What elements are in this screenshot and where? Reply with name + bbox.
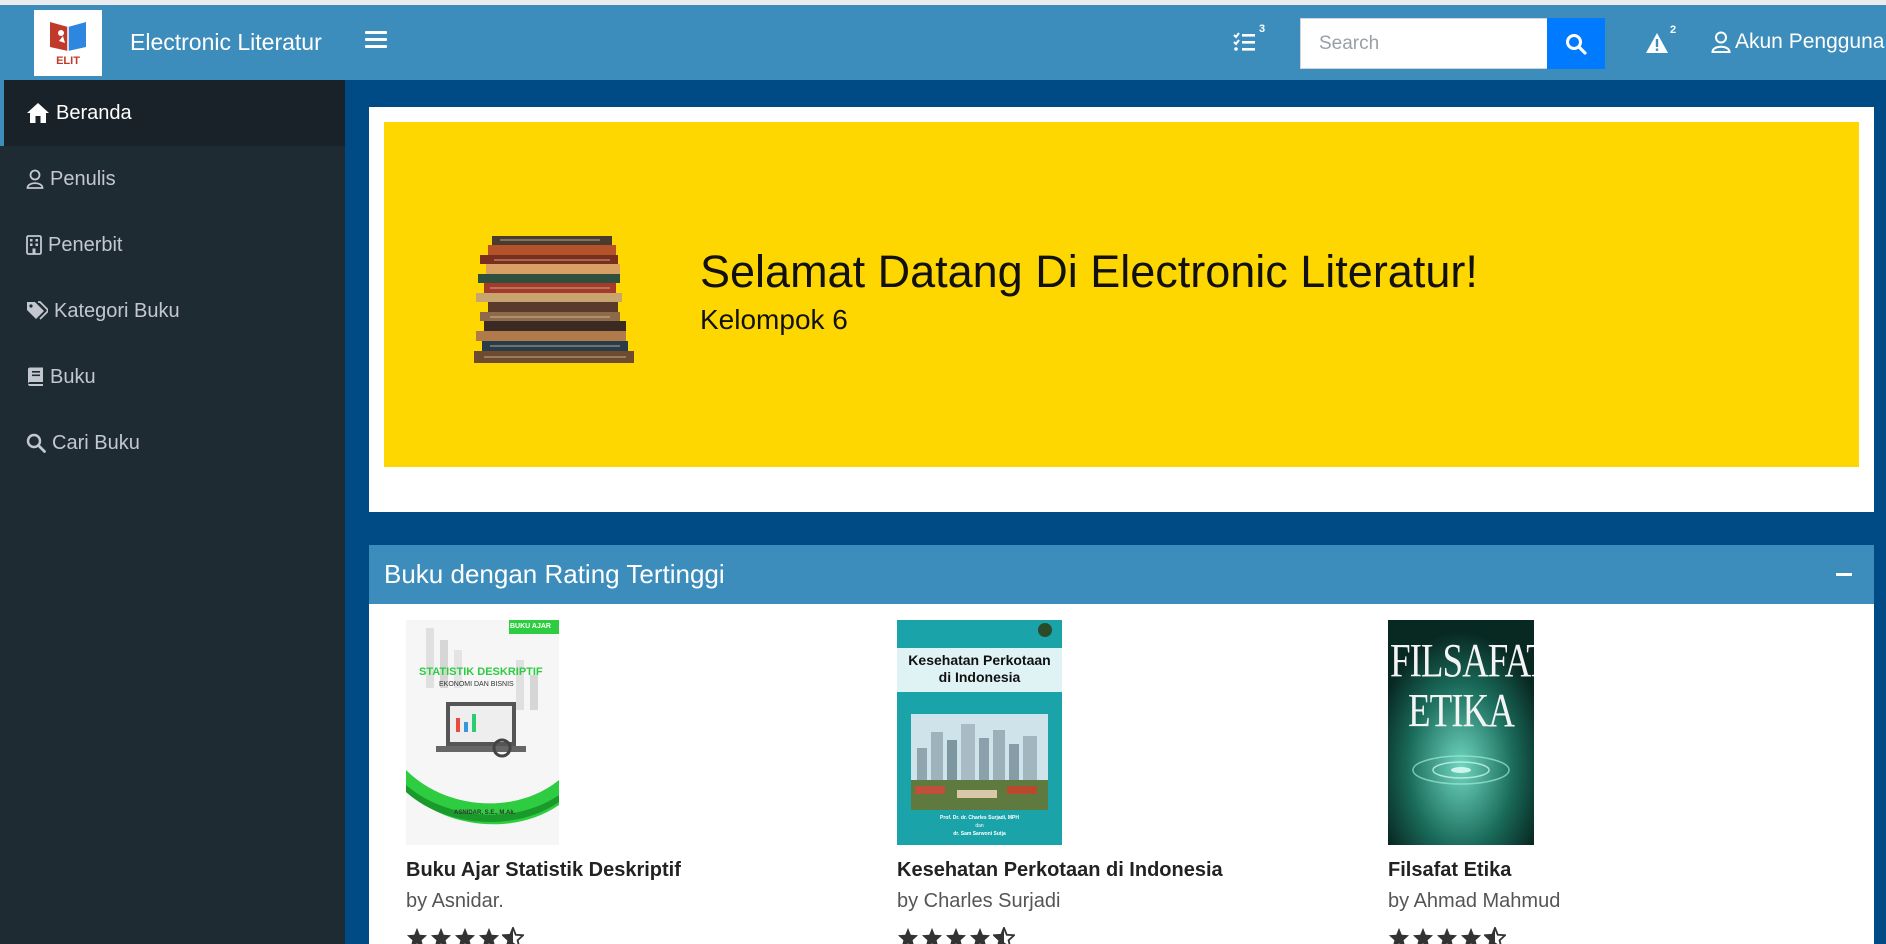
book-card[interactable]: FILSAFAT ETIKA Filsafat Etika by Ahmad M… [1388,620,1560,944]
hamburger-icon[interactable] [365,31,387,53]
cover-title-line2: di Indonesia [938,669,1021,685]
cover-tag: BUKU AJAR [510,623,551,630]
sidebar-item-label: Penulis [50,167,116,190]
top-rated-books-card: Buku dengan Rating Tertinggi BUKU AJAR S… [369,545,1874,944]
sidebar-item-label: Cari Buku [52,431,140,454]
sidebar-item-penulis[interactable]: Penulis [0,146,345,212]
cover-subtitle: EKONOMI DAN BISNIS [439,681,514,688]
sidebar: Beranda Penulis Penerbit Kategori Buku B… [0,80,345,944]
account-label: Akun Pengguna [1735,30,1885,53]
book-title[interactable]: Filsafat Etika [1388,859,1560,882]
book-card[interactable]: Kesehatan Perkotaan di Indonesia Prof. D… [897,620,1223,944]
alerts-badge: 2 [1670,24,1677,36]
collapse-minus-icon[interactable] [1836,573,1852,576]
sidebar-item-buku[interactable]: Buku [0,344,345,410]
brand-logo-text: ELIT [56,54,80,67]
star-icon [945,927,967,944]
top-navbar: 3 2 Akun Pengguna [345,5,1886,80]
sidebar-item-beranda[interactable]: Beranda [0,80,345,146]
sidebar-item-kategori-buku[interactable]: Kategori Buku [0,278,345,344]
tasks-badge: 3 [1259,23,1266,35]
user-icon [1711,31,1731,53]
sidebar-item-penerbit[interactable]: Penerbit [0,212,345,278]
welcome-subtitle: Kelompok 6 [700,304,848,335]
cover-author: ASNIDAR, S.E., M.Ak. [454,810,516,816]
search-icon [1566,33,1587,55]
star-icon [1412,927,1434,944]
search-button[interactable] [1547,18,1605,69]
book-stack-illustration [474,236,634,363]
welcome-banner: Selamat Datang Di Electronic Literatur! … [384,122,1859,467]
book-author: by Asnidar. [406,890,504,912]
rating-stars [406,927,681,944]
welcome-card: Selamat Datang Di Electronic Literatur! … [369,107,1874,512]
star-icon [454,927,476,944]
search-input[interactable] [1300,18,1547,69]
book-cover-image[interactable]: Kesehatan Perkotaan di Indonesia Prof. D… [897,620,1062,845]
book-title[interactable]: Buku Ajar Statistik Deskriptif [406,859,681,882]
user-icon [26,169,44,189]
star-icon [430,927,452,944]
star-icon [969,927,991,944]
star-icon [1388,927,1410,944]
book-cover-image[interactable]: BUKU AJAR STATISTIK DESKRIPTIF EKONOMI D… [406,620,559,845]
brand-logo: ELIT [34,9,102,76]
search-icon [26,433,46,453]
tasks-button[interactable]: 3 [1233,23,1265,57]
rating-stars [1388,927,1560,944]
star-icon [478,927,500,944]
star-half-icon [502,927,524,944]
cover-author-line1: Prof. Dr. dr. Charles Surjadi, MPH [940,815,1019,821]
alerts-button[interactable]: 2 [1645,24,1676,56]
welcome-title: Selamat Datang Di Electronic Literatur! [700,246,1478,297]
cover-author-line3: dr. Sam Sarwoni Sutja [953,831,1006,837]
cover-title: STATISTIK DESKRIPTIF [419,666,543,678]
rating-stars [897,927,1223,944]
star-icon [921,927,943,944]
sidebar-item-label: Penerbit [48,233,123,256]
book-title[interactable]: Kesehatan Perkotaan di Indonesia [897,859,1223,882]
home-icon [27,103,49,123]
book-author: by Ahmad Mahmud [1388,890,1561,912]
tags-icon [27,301,48,320]
star-icon [406,927,428,944]
top-rated-title: Buku dengan Rating Tertinggi [384,559,725,589]
cover-title-line1: Kesehatan Perkotaan [908,652,1051,668]
book-icon [28,367,43,386]
star-half-icon [1484,927,1506,944]
user-account-menu[interactable]: Akun Pengguna [1711,30,1884,54]
book-card[interactable]: BUKU AJAR STATISTIK DESKRIPTIF EKONOMI D… [406,620,681,944]
star-icon [1460,927,1482,944]
top-rated-header: Buku dengan Rating Tertinggi [369,545,1874,604]
sidebar-item-cari-buku[interactable]: Cari Buku [0,410,345,476]
building-icon [26,235,42,255]
open-book-logo-icon [50,21,86,51]
brand[interactable]: ELIT Electronic Literatur [0,5,345,80]
sidebar-item-label: Kategori Buku [54,299,180,322]
star-icon [1436,927,1458,944]
star-icon [897,927,919,944]
warning-icon [1646,33,1668,53]
cover-author-line2: dan [975,823,984,829]
brand-name: Electronic Literatur [130,29,322,55]
sidebar-item-label: Beranda [56,101,132,124]
cover-title-line1: FILSAFAT [1390,634,1534,689]
task-list-icon [1233,32,1255,51]
book-cover-image[interactable]: FILSAFAT ETIKA [1388,620,1534,845]
star-half-icon [993,927,1015,944]
cover-title-line2: ETIKA [1408,684,1515,739]
sidebar-item-label: Buku [50,365,96,388]
book-author: by Charles Surjadi [897,890,1061,912]
